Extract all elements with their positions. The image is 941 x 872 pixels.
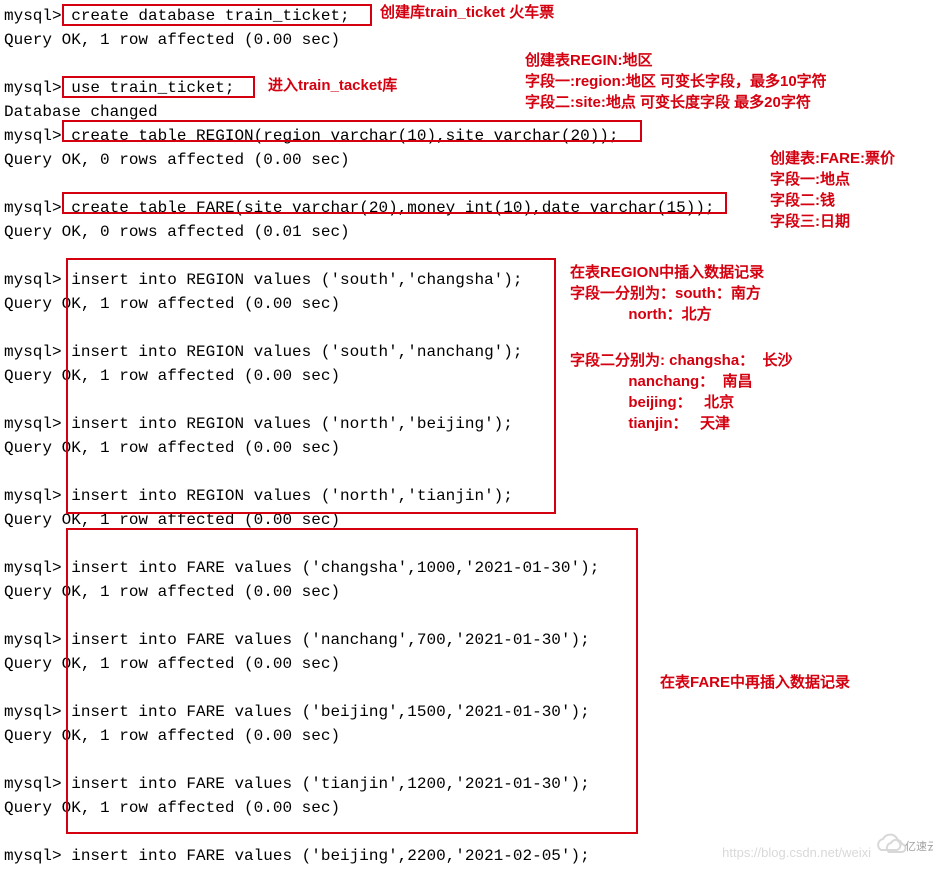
terminal-command-line: mysql> insert into FARE values ('beijing… [4, 700, 937, 724]
terminal-output-line: Query OK, 1 row affected (0.00 sec) [4, 28, 937, 52]
terminal-command-line: mysql> insert into REGION values ('north… [4, 484, 937, 508]
terminal-command-line: mysql> insert into REGION values ('north… [4, 412, 937, 436]
terminal-blank-line [4, 820, 937, 844]
annot-region-cities: 字段二分别为: changsha： 长沙 nanchang： 南昌 beijin… [570, 350, 793, 434]
terminal-blank-line [4, 532, 937, 556]
terminal-blank-line [4, 604, 937, 628]
terminal-command-line: mysql> create table REGION(region varcha… [4, 124, 937, 148]
annot-region-insert: 在表REGION中插入数据记录 字段一分别为：south：南方 north：北方 [570, 262, 764, 325]
terminal-output-line: Query OK, 1 row affected (0.00 sec) [4, 436, 937, 460]
annot-fare-insert: 在表FARE中再插入数据记录 [660, 672, 850, 693]
terminal-output-line: Query OK, 1 row affected (0.00 sec) [4, 724, 937, 748]
terminal-blank-line [4, 316, 937, 340]
terminal-output-line: Query OK, 1 row affected (0.00 sec) [4, 364, 937, 388]
terminal-command-line: mysql> insert into FARE values ('nanchan… [4, 628, 937, 652]
annot-region-title: 创建表REGIN:地区 字段一:region:地区 可变长字段，最多10字符 字… [525, 50, 827, 113]
terminal-blank-line [4, 460, 937, 484]
terminal-command-line: mysql> insert into FARE values ('beijing… [4, 844, 937, 868]
terminal-blank-line [4, 388, 937, 412]
terminal-command-line: mysql> insert into FARE values ('tianjin… [4, 772, 937, 796]
annot-create-db: 创建库train_ticket 火车票 [380, 2, 554, 23]
mysql-terminal[interactable]: mysql> create database train_ticket;Quer… [4, 4, 937, 868]
terminal-command-line: mysql> insert into REGION values ('south… [4, 340, 937, 364]
terminal-command-line: mysql> insert into FARE values ('changsh… [4, 556, 937, 580]
annot-use-db: 进入train_tacket库 [268, 75, 397, 96]
annot-fare-title: 创建表:FARE:票价 字段一:地点 字段二:钱 字段三:日期 [770, 148, 895, 232]
terminal-output-line: Query OK, 1 row affected (0.00 sec) [4, 508, 937, 532]
terminal-command-line: mysql> insert into REGION values ('south… [4, 268, 937, 292]
terminal-output-line: Query OK, 1 row affected (0.00 sec) [4, 580, 937, 604]
terminal-output-line: Query OK, 1 row affected (0.00 sec) [4, 796, 937, 820]
terminal-blank-line [4, 244, 937, 268]
terminal-output-line: Query OK, 1 row affected (0.00 sec) [4, 292, 937, 316]
terminal-blank-line [4, 748, 937, 772]
